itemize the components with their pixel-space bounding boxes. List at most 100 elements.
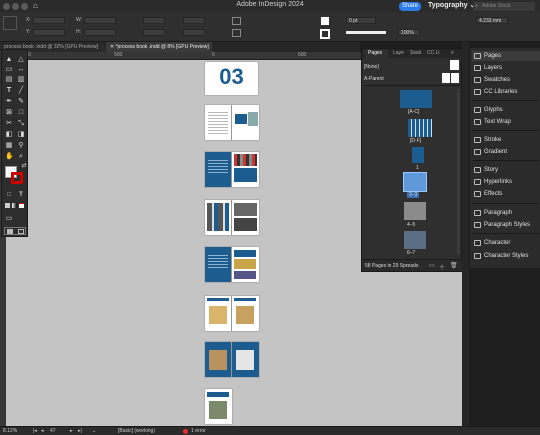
a-parent-label[interactable]: A-Parent bbox=[364, 76, 384, 82]
pen-tool-icon[interactable]: ✒ bbox=[5, 98, 13, 105]
scissors-tool-icon[interactable]: ✂ bbox=[5, 120, 13, 127]
page-thumb-4-5[interactable] bbox=[404, 202, 426, 220]
selection-tool-icon[interactable]: ▲ bbox=[5, 56, 13, 63]
normal-view-icon[interactable] bbox=[7, 229, 13, 234]
flip-vertical-icon[interactable] bbox=[232, 29, 241, 37]
panel-stroke[interactable]: Stroke bbox=[472, 135, 540, 145]
panel-menu-icon[interactable]: ≡ bbox=[451, 49, 454, 58]
spread-page[interactable] bbox=[232, 342, 259, 377]
note-tool-icon[interactable]: ▦ bbox=[5, 142, 13, 149]
adobe-stock-search[interactable]: ⌕ Adobe Stock bbox=[473, 2, 535, 11]
edit-page-size-icon[interactable]: ▭ bbox=[429, 262, 435, 269]
formatting-container-icon[interactable]: □ bbox=[5, 192, 13, 199]
panel-character[interactable]: Character bbox=[472, 238, 540, 248]
spread-page[interactable] bbox=[205, 200, 231, 235]
gradient-feather-tool-icon[interactable]: ◨ bbox=[17, 131, 25, 138]
hand-tool-icon[interactable]: ✋ bbox=[5, 153, 14, 160]
content-placer-icon[interactable]: ▥ bbox=[17, 76, 25, 83]
page-menu-icon[interactable]: ⌄ bbox=[92, 428, 96, 434]
y-field[interactable] bbox=[33, 29, 65, 36]
tab-pages[interactable]: Pages bbox=[364, 49, 388, 58]
page-thumb-6-7[interactable] bbox=[404, 231, 426, 249]
zoom-level[interactable]: 8.12% bbox=[3, 428, 17, 434]
fill-swatch[interactable] bbox=[320, 16, 330, 26]
spread-page[interactable] bbox=[232, 152, 259, 187]
panel-glyphs[interactable]: Glyphs bbox=[472, 105, 540, 115]
share-button[interactable]: Share bbox=[399, 2, 421, 11]
spread-page[interactable] bbox=[232, 296, 259, 331]
apply-none-icon[interactable] bbox=[19, 203, 24, 208]
page-number-field[interactable]: 47 bbox=[50, 428, 56, 434]
reference-point-icon[interactable] bbox=[3, 16, 17, 30]
stroke-type-select[interactable] bbox=[346, 31, 386, 34]
shear-field[interactable] bbox=[183, 29, 205, 36]
page-tool-icon[interactable]: ▭ bbox=[5, 66, 13, 73]
workspace-switcher[interactable]: Typography ⌄ bbox=[428, 1, 475, 9]
opacity-field[interactable]: 100% bbox=[398, 29, 420, 36]
panel-pages[interactable]: Pages bbox=[472, 51, 540, 61]
line-tool-icon[interactable]: ╱ bbox=[17, 87, 25, 94]
panel-gradient[interactable]: Gradient bbox=[472, 147, 540, 157]
page-thumb-d-f[interactable] bbox=[408, 119, 432, 137]
gradient-swatch-tool-icon[interactable]: ◧ bbox=[5, 131, 13, 138]
spread-page[interactable] bbox=[232, 247, 259, 282]
page-thumb-a-c[interactable] bbox=[400, 90, 432, 108]
spread-page[interactable] bbox=[205, 296, 231, 331]
zoom-tool-icon[interactable]: ⌕ bbox=[17, 153, 25, 160]
panel-hyperlinks[interactable]: Hyperlinks bbox=[472, 177, 540, 187]
panel-character-styles[interactable]: Character Styles bbox=[472, 251, 540, 261]
w-field[interactable] bbox=[84, 17, 116, 24]
page-thumb-1[interactable] bbox=[412, 147, 424, 163]
preflight-profile[interactable]: [Basic] (working) bbox=[118, 428, 155, 434]
rectangle-tool-icon[interactable]: □ bbox=[17, 109, 25, 116]
direct-selection-tool-icon[interactable]: △ bbox=[17, 56, 25, 63]
panel-dock-strip[interactable] bbox=[462, 42, 469, 426]
previous-page-icon[interactable]: ◂ bbox=[41, 428, 44, 434]
spread-page[interactable] bbox=[205, 342, 231, 377]
apply-color-icon[interactable] bbox=[5, 203, 10, 208]
page-thumb-2-3[interactable] bbox=[403, 172, 427, 192]
rectangle-frame-tool-icon[interactable]: ⊠ bbox=[5, 109, 13, 116]
swap-colors-icon[interactable]: ⇄ bbox=[20, 163, 28, 170]
tab-layers[interactable]: Laye bbox=[393, 49, 404, 58]
next-page-icon[interactable]: ▸ bbox=[70, 428, 73, 434]
scale-y-field[interactable] bbox=[143, 29, 165, 36]
eyedropper-tool-icon[interactable]: ⚲ bbox=[17, 142, 25, 149]
tab-swatches[interactable]: Swat bbox=[410, 49, 421, 58]
stroke-color-swatch[interactable] bbox=[11, 172, 23, 184]
last-page-icon[interactable]: ▸| bbox=[78, 428, 82, 434]
spread-page[interactable] bbox=[205, 152, 231, 187]
pages-scrollbar[interactable] bbox=[457, 89, 460, 254]
view-mode-icons[interactable] bbox=[4, 227, 26, 235]
tab-document-8[interactable]: ✕ *process book .indd @ 8% [GPU Preview] bbox=[106, 42, 212, 52]
type-tool-icon[interactable]: T bbox=[5, 87, 13, 94]
h-field[interactable] bbox=[84, 29, 116, 36]
tab-cc-libraries[interactable]: CC Li bbox=[427, 49, 440, 58]
new-page-icon[interactable]: ＋ bbox=[439, 262, 445, 271]
panel-layers[interactable]: Layers bbox=[472, 63, 540, 73]
panel-cc-libraries[interactable]: CC Libraries bbox=[472, 87, 540, 97]
spread-page[interactable] bbox=[232, 105, 259, 140]
panel-story[interactable]: Story bbox=[472, 165, 540, 175]
stroke-swatch[interactable] bbox=[320, 29, 330, 39]
a-parent-right-thumb[interactable] bbox=[451, 73, 459, 83]
spread-page[interactable] bbox=[232, 200, 259, 235]
spread-cover[interactable]: 03 bbox=[205, 62, 258, 95]
scale-x-field[interactable] bbox=[143, 17, 165, 24]
x-field[interactable] bbox=[33, 17, 65, 24]
a-parent-left-thumb[interactable] bbox=[442, 73, 450, 83]
flip-horizontal-icon[interactable] bbox=[232, 17, 241, 25]
spread-page[interactable] bbox=[205, 247, 231, 282]
panel-effects[interactable]: Effects bbox=[472, 189, 540, 199]
parent-none-thumb[interactable] bbox=[450, 60, 459, 70]
delete-page-icon[interactable]: 🗑 bbox=[450, 262, 458, 269]
preview-view-icon[interactable] bbox=[18, 229, 24, 234]
panel-paragraph[interactable]: Paragraph bbox=[472, 208, 540, 218]
content-collector-icon[interactable]: ▤ bbox=[5, 76, 13, 83]
panel-text-wrap[interactable]: Text Wrap bbox=[472, 117, 540, 127]
formatting-text-icon[interactable]: T bbox=[17, 192, 25, 199]
screen-mode-icon[interactable]: ▭ bbox=[5, 215, 13, 222]
first-page-icon[interactable]: |◂ bbox=[33, 428, 37, 434]
free-transform-tool-icon[interactable]: ⤡ bbox=[17, 120, 25, 127]
parent-none-label[interactable]: [None] bbox=[364, 64, 379, 70]
